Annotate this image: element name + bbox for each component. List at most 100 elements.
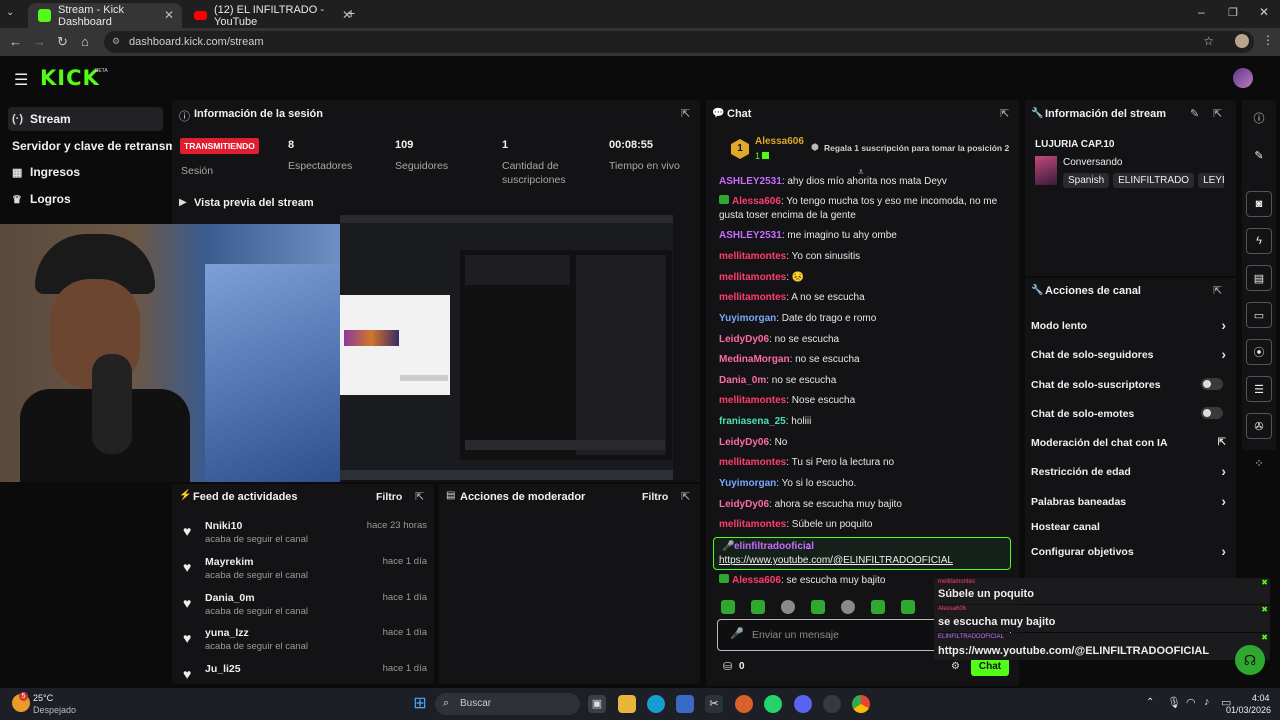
chat-username[interactable]: mellitamontes — [719, 519, 786, 530]
action-followers-only[interactable]: Chat de solo-seguidores › — [1031, 346, 1231, 362]
maximize-icon[interactable]: ❐ — [1228, 6, 1238, 19]
feed-user[interactable]: Dania_0m — [205, 592, 255, 604]
kick-logo[interactable]: KICK BETA — [40, 66, 108, 90]
info-icon[interactable]: ⓘ — [1246, 105, 1272, 131]
reload-icon[interactable]: ↻ — [57, 34, 68, 50]
popout-icon[interactable]: ⇱ — [1000, 107, 1009, 120]
obs-icon[interactable] — [823, 695, 841, 713]
feed-user[interactable]: Mayrekim — [205, 556, 253, 568]
stream-category[interactable]: Conversando — [1063, 157, 1122, 168]
emotes-only-toggle[interactable] — [1201, 407, 1223, 419]
hamburger-menu-icon[interactable]: ☰ — [14, 70, 28, 90]
subscribers-only-toggle[interactable] — [1201, 378, 1223, 390]
close-tab-icon[interactable]: ✕ — [164, 8, 174, 22]
stream-preview-video[interactable] — [340, 215, 673, 480]
chat-username[interactable]: Alessa606 — [732, 575, 781, 586]
task-view-icon[interactable]: ▣ — [588, 695, 606, 713]
url-input[interactable]: ⚙ dashboard.kick.com/stream ☆ — [104, 31, 1254, 53]
moderator-filter-button[interactable]: Filtro — [642, 491, 668, 503]
tag[interactable]: Spanish — [1063, 173, 1110, 188]
sidebar-item-ingresos[interactable]: ▦ Ingresos — [8, 160, 163, 184]
chat-icon[interactable]: ▭ — [1246, 302, 1272, 328]
action-slow-mode[interactable]: Modo lento › — [1031, 317, 1231, 333]
chat-username[interactable]: franiasena_25 — [719, 416, 786, 427]
profile-avatar-icon[interactable] — [1235, 34, 1249, 48]
chat-username[interactable]: mellitamontes — [719, 292, 786, 303]
clipboard-icon[interactable]: ▤ — [1246, 265, 1272, 291]
bookmark-star-icon[interactable]: ☆ — [1203, 34, 1214, 48]
browser-menu-icon[interactable]: ⋮ — [1262, 33, 1274, 47]
chat-username[interactable]: Dania_0m — [719, 375, 766, 386]
more-icon[interactable]: ⁘ — [1246, 450, 1272, 476]
chat-link[interactable]: https://www.youtube.com/@ELINFILTRADOOFI… — [719, 555, 953, 566]
chat-username[interactable]: LeidyDy06 — [719, 499, 769, 510]
wrench-icon[interactable]: ✇ — [1246, 413, 1272, 439]
wifi-icon[interactable]: ◠ — [1186, 696, 1196, 709]
user-avatar[interactable] — [1233, 68, 1253, 88]
microphone-tray-icon[interactable]: 🎙 — [1167, 696, 1181, 709]
emote-icon[interactable] — [721, 600, 735, 614]
sidebar-item-server[interactable]: Servidor y clave de retransm — [8, 134, 173, 158]
store-icon[interactable] — [676, 695, 694, 713]
top-gifter-name[interactable]: Alessa606 — [755, 136, 804, 147]
tab-youtube[interactable]: (12) EL INFILTRADO - YouTube ✕ — [184, 3, 360, 28]
popout-icon[interactable]: ⇱ — [415, 490, 424, 503]
site-info-icon[interactable]: ⚙ — [112, 36, 120, 47]
capcut-icon[interactable]: ✂ — [705, 695, 723, 713]
file-explorer-icon[interactable] — [618, 695, 636, 713]
windows-start-icon[interactable]: ⊞ — [411, 695, 429, 713]
tag[interactable]: LEYE — [1198, 173, 1224, 188]
chat-username[interactable]: LeidyDy06 — [719, 437, 769, 448]
clock-date[interactable]: 01/03/2026 — [1226, 705, 1271, 715]
action-ai-moderation[interactable]: Moderación del chat con IA ⇱ — [1031, 437, 1231, 449]
clock-time[interactable]: 4:04 — [1252, 693, 1270, 703]
tab-search-icon[interactable]: ⌄ — [6, 7, 14, 18]
forward-icon[interactable]: → — [33, 34, 46, 49]
sidebar-item-stream[interactable]: (·) Stream — [8, 107, 163, 131]
edit-icon[interactable]: ✎ — [1246, 142, 1272, 168]
new-tab-icon[interactable]: + — [347, 5, 355, 21]
edit-icon[interactable]: ✎ — [1190, 107, 1199, 120]
chat-username[interactable]: mellitamontes — [719, 251, 786, 262]
emote-icon[interactable] — [841, 600, 855, 614]
broadcast-icon[interactable]: ⦿ — [1246, 339, 1272, 365]
emote-icon[interactable] — [811, 600, 825, 614]
lightning-icon[interactable]: ϟ — [1246, 228, 1272, 254]
edge-icon[interactable] — [647, 695, 665, 713]
chevron-up-icon[interactable]: ⌃ — [1146, 697, 1154, 708]
action-age-restriction[interactable]: Restricción de edad › — [1031, 463, 1231, 479]
chat-username[interactable]: ASHLEY2531 — [719, 176, 782, 186]
gift-prompt[interactable]: Regala 1 suscripción para tomar la posic… — [824, 143, 1009, 153]
sidebar-item-logros[interactable]: ♛ Logros — [8, 187, 163, 211]
mic-icon[interactable]: 🎤 — [730, 627, 744, 640]
emote-icon[interactable] — [781, 600, 795, 614]
discord-icon[interactable] — [794, 695, 812, 713]
brave-icon[interactable] — [735, 695, 753, 713]
help-chat-icon[interactable]: ☊ — [1235, 645, 1265, 675]
action-banned-words[interactable]: Palabras baneadas › — [1031, 493, 1231, 509]
feed-user[interactable]: Nniki10 — [205, 520, 242, 532]
chat-username[interactable]: Yuyimorgan — [719, 313, 776, 324]
tag[interactable]: ELINFILTRADO — [1113, 173, 1195, 188]
feed-user[interactable]: Ju_li25 — [205, 663, 241, 675]
chat-username[interactable]: MedinaMorgan — [719, 354, 790, 365]
close-window-icon[interactable]: ✕ — [1259, 5, 1269, 19]
chat-username[interactable]: Alessa606 — [732, 196, 781, 207]
feed-user[interactable]: yuna_lzz — [205, 627, 249, 639]
taskbar-search[interactable]: ⌕ Buscar — [435, 693, 580, 715]
popout-icon[interactable]: ⇱ — [681, 107, 690, 120]
minimize-icon[interactable]: – — [1198, 5, 1205, 19]
popout-icon[interactable]: ⇱ — [681, 490, 690, 503]
emote-icon[interactable] — [751, 600, 765, 614]
list-icon[interactable]: ☰ — [1246, 376, 1272, 402]
chat-username[interactable]: LeidyDy06 — [719, 334, 769, 345]
send-chat-button[interactable]: Chat — [971, 658, 1009, 676]
action-configure-goals[interactable]: Configurar objetivos › — [1031, 543, 1231, 559]
popout-icon[interactable]: ⇱ — [1213, 284, 1222, 297]
emote-icon[interactable] — [871, 600, 885, 614]
chat-username[interactable]: mellitamontes — [719, 272, 786, 283]
camera-icon[interactable]: ◙ — [1246, 191, 1272, 217]
emote-icon[interactable] — [901, 600, 915, 614]
chat-username[interactable]: ASHLEY2531 — [719, 230, 782, 241]
chat-settings-icon[interactable]: ⚙ — [951, 661, 960, 672]
